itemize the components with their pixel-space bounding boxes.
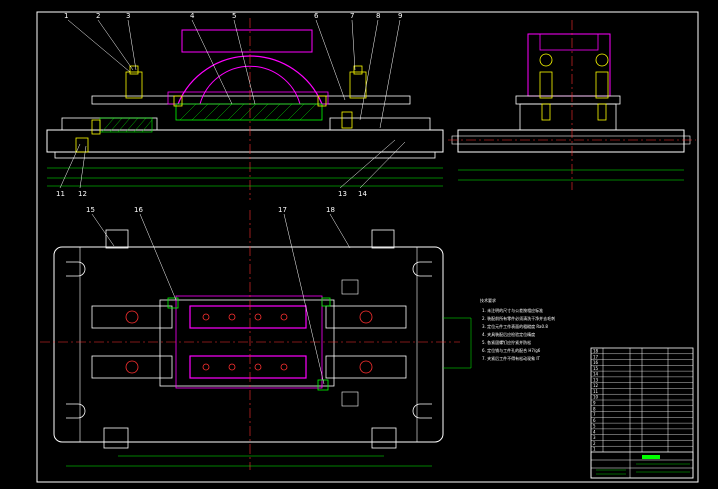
plan-fixture-body bbox=[159, 299, 335, 387]
balloon-5: 5 bbox=[232, 12, 236, 20]
front-left-block bbox=[61, 117, 158, 131]
side-clamp-bar bbox=[515, 95, 621, 105]
plan-leaders bbox=[91, 213, 351, 385]
bom-cell: 2 bbox=[593, 441, 596, 446]
balloon-2: 2 bbox=[96, 12, 100, 20]
bearing-housing-flange bbox=[167, 91, 329, 105]
balloon-13: 13 bbox=[338, 190, 347, 198]
bom-cell: 13 bbox=[593, 377, 599, 382]
bearing-seat bbox=[175, 103, 323, 121]
side-workpiece-top bbox=[539, 33, 599, 51]
fixture-assembly-drawing: 1 2 3 4 5 6 7 8 9 11 12 13 14 15 16 17 1… bbox=[36, 11, 699, 483]
plan-base-inner bbox=[79, 246, 418, 443]
balloon-4: 4 bbox=[190, 12, 195, 20]
bom-cell: 18 bbox=[593, 348, 599, 353]
bom-cell: 3 bbox=[593, 435, 596, 440]
bom-cell: 10 bbox=[593, 395, 599, 400]
bom-cell: 9 bbox=[593, 400, 596, 405]
note-line-5: 5. 各紧固螺钉应拧紧并防松 bbox=[482, 339, 531, 345]
balloon-3: 3 bbox=[126, 12, 130, 20]
balloon-7: 7 bbox=[350, 12, 354, 20]
bom-cell: 15 bbox=[593, 366, 599, 371]
side-support bbox=[519, 103, 617, 131]
balloon-9: 9 bbox=[398, 12, 402, 20]
balloon-18: 18 bbox=[326, 206, 335, 214]
plan-corner-slots bbox=[66, 261, 432, 419]
bom-cell: 14 bbox=[593, 372, 599, 377]
bom-cell: 16 bbox=[593, 360, 599, 365]
technical-notes: 技术要求 1. 未注明的尺寸与公差按相应标准 2. 装配前所有零件必须清洗干净并… bbox=[480, 297, 555, 361]
bom-cell: 6 bbox=[593, 418, 596, 423]
front-hatch-center bbox=[179, 103, 317, 121]
plan-balloon-labels: 15 16 17 18 bbox=[86, 206, 335, 214]
balloon-11: 11 bbox=[56, 190, 65, 198]
bom-cell: 4 bbox=[593, 429, 596, 434]
title-block-green-field bbox=[642, 455, 660, 459]
note-line-2: 2. 装配前所有零件必须清洗干净并去毛刺 bbox=[482, 315, 555, 321]
note-line-4: 4. 夹具装配后应检验定位精度 bbox=[482, 331, 535, 337]
plan-tag-upper bbox=[341, 279, 359, 295]
balloon-1: 1 bbox=[64, 12, 68, 20]
front-leaders-bottom bbox=[59, 139, 406, 189]
bom-cell: 17 bbox=[593, 354, 599, 359]
plan-dim-right bbox=[443, 317, 472, 369]
plan-workpiece-rail-top bbox=[189, 305, 307, 329]
side-fasteners bbox=[539, 53, 609, 121]
side-view bbox=[448, 20, 696, 190]
title-block-hatch bbox=[596, 463, 690, 475]
balloon-6: 6 bbox=[314, 12, 319, 20]
front-view: 1 2 3 4 5 6 7 8 9 11 12 13 14 bbox=[46, 12, 444, 200]
note-line-3: 3. 定位元件工作表面的粗糙度 Ra0.8 bbox=[482, 323, 548, 329]
bom-cell: 12 bbox=[593, 383, 599, 388]
front-clamp-bar bbox=[91, 95, 411, 105]
plan-view: 15 16 17 18 bbox=[40, 206, 472, 470]
front-base-plate bbox=[46, 129, 444, 153]
bom-cell: 8 bbox=[593, 406, 596, 411]
plan-workpiece-rail-bottom bbox=[189, 355, 307, 379]
plan-base-plate bbox=[53, 246, 444, 443]
balloon-15: 15 bbox=[86, 206, 95, 214]
balloon-16: 16 bbox=[134, 206, 143, 214]
side-base-plate bbox=[457, 129, 685, 153]
front-balloon-labels: 1 2 3 4 5 6 7 8 9 11 12 13 14 bbox=[56, 12, 402, 198]
balloon-17: 17 bbox=[278, 206, 287, 214]
front-yellow-fasteners bbox=[75, 65, 367, 153]
note-line-1: 1. 未注明的尺寸与公差按相应标准 bbox=[482, 307, 543, 313]
plan-tag-lower bbox=[341, 391, 359, 407]
bom-cell: 7 bbox=[593, 412, 596, 417]
bom-table: 181716151413121110987654321 bbox=[590, 347, 694, 479]
bom-cell: 11 bbox=[593, 389, 599, 394]
balloon-8: 8 bbox=[376, 12, 380, 20]
balloon-12: 12 bbox=[78, 190, 87, 198]
notes-title: 技术要求 bbox=[480, 297, 496, 303]
bom-cell: 1 bbox=[593, 447, 596, 452]
note-line-7: 7. 夹紧后工件不得有松动现象 IT bbox=[482, 355, 541, 361]
balloon-14: 14 bbox=[358, 190, 367, 198]
note-line-6: 6. 定位销与工件孔的配合 H7/g6 bbox=[482, 347, 541, 353]
bom-cell: 5 bbox=[593, 424, 596, 429]
bearing-housing-cap bbox=[181, 29, 313, 53]
